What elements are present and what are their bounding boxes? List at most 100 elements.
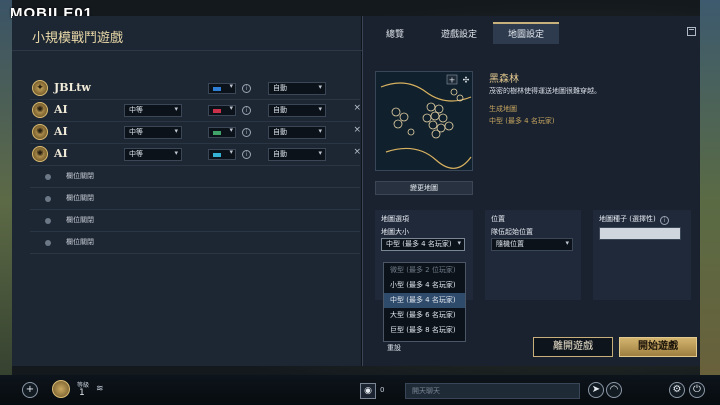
slot-status-icon	[45, 240, 51, 246]
closed-slot-label: 欄位關閉	[66, 238, 94, 246]
player-color-select[interactable]: ▾	[208, 148, 236, 160]
color-swatch	[213, 109, 221, 113]
start-position-select[interactable]: 隨機位置 ▾	[491, 238, 573, 251]
info-icon[interactable]: i	[242, 106, 251, 115]
map-size-option[interactable]: 巨型 (最多 8 名玩家)	[384, 323, 465, 338]
info-icon[interactable]: i	[242, 84, 251, 93]
bottom-bar: + 等級 1 ≋ ◉ 0 開天聊天 ➤ ◠ ⚙ ⏻	[0, 375, 720, 405]
closed-slot[interactable]: 欄位關閉	[30, 210, 360, 232]
chevron-down-icon: ▾	[174, 149, 178, 157]
title-divider	[12, 50, 362, 51]
start-position-label: 隊伍起始位置	[491, 228, 533, 236]
map-size-option[interactable]: 中型 (最多 4 名玩家)	[384, 293, 465, 308]
map-options-title: 地圖選項	[381, 215, 409, 223]
map-size-option: 微型 (最多 2 位玩家)	[390, 266, 456, 274]
remove-player-icon[interactable]: ×	[353, 125, 361, 135]
map-seed-block: 地圖種子 (選擇性) i	[593, 210, 691, 300]
map-description: 茂密的樹林使得運送地圖很難穿越。	[489, 87, 601, 95]
start-game-button[interactable]: 開始遊戲	[619, 337, 697, 357]
profile-emblem-icon[interactable]	[52, 380, 70, 398]
map-name: 黑森林	[489, 74, 519, 85]
chevron-down-icon: ▾	[565, 239, 569, 247]
svg-text:✣: ✣	[463, 76, 470, 85]
chat-input[interactable]: 開天聊天	[405, 383, 580, 399]
emote-icon[interactable]: ◠	[606, 382, 622, 398]
chat-toggle-icon[interactable]: ◉	[360, 383, 376, 399]
lobby-panel: 小規模戰鬥遊戲 ✦ JBLtw ▾ i 自動 ▾ ✺ AI 中等 ▾ ▾ i 自…	[12, 16, 362, 366]
chevron-down-icon: ▾	[318, 127, 322, 135]
power-icon[interactable]: ⏻	[689, 382, 705, 398]
position-block: 位置 隊伍起始位置 隨機位置 ▾	[485, 210, 581, 300]
chevron-down-icon: ▾	[318, 149, 322, 157]
level-value: 1	[79, 388, 85, 398]
team-select[interactable]: 自動 ▾	[268, 82, 326, 95]
difficulty-select[interactable]: 中等 ▾	[124, 104, 182, 117]
slot-status-icon	[45, 218, 51, 224]
info-icon[interactable]: i	[242, 128, 251, 137]
player-color-select[interactable]: ▾	[208, 82, 236, 94]
reset-button[interactable]: 重設	[387, 343, 401, 353]
ai-emblem-icon: ✺	[32, 124, 48, 140]
position-title: 位置	[491, 215, 505, 223]
player-name: JBLtw	[54, 81, 91, 94]
team-select[interactable]: 自動 ▾	[268, 104, 326, 117]
background-right	[700, 0, 720, 405]
info-icon[interactable]: i	[242, 150, 251, 159]
color-swatch	[213, 153, 221, 157]
ai-emblem-icon: ✺	[32, 102, 48, 118]
map-thumbnail: + ✣	[375, 71, 473, 171]
player-slot-ai: ✺ AI 中等 ▾ ▾ i 自動 ▾ ×	[30, 122, 361, 144]
player-name: AI	[54, 147, 68, 160]
player-slot-ai: ✺ AI 中等 ▾ ▾ i 自動 ▾ ×	[30, 100, 361, 122]
lobby-title: 小規模戰鬥遊戲	[32, 31, 124, 46]
chevron-down-icon: ▾	[229, 104, 233, 112]
remove-player-icon[interactable]: ×	[353, 103, 361, 113]
leave-game-button[interactable]: 離開遊戲	[533, 337, 613, 357]
tab-game-settings[interactable]: 遊戲設定	[429, 24, 489, 46]
closed-slot-label: 欄位關閉	[66, 172, 94, 180]
minimize-icon[interactable]	[687, 27, 696, 36]
team-select[interactable]: 自動 ▾	[268, 126, 326, 139]
change-map-button[interactable]: 變更地圖	[375, 181, 473, 195]
closed-slot[interactable]: 欄位關閉	[30, 166, 360, 188]
slot-status-icon	[45, 196, 51, 202]
map-size-option[interactable]: 小型 (最多 4 名玩家)	[384, 278, 465, 293]
map-size-label: 地圖大小	[381, 228, 409, 236]
map-seed-input[interactable]	[599, 227, 681, 240]
background-left	[0, 0, 12, 405]
send-icon[interactable]: ➤	[588, 382, 604, 398]
tab-overview[interactable]: 總覽	[373, 24, 417, 46]
player-name: AI	[54, 103, 68, 116]
settings-panel: 總覽 遊戲設定 地圖設定 + ✣ 變更地圖 黑森林 茂密的樹林使得運送地圖很難穿…	[362, 16, 700, 366]
player-color-select[interactable]: ▾	[208, 126, 236, 138]
chevron-down-icon: ▾	[457, 239, 461, 247]
settings-gear-icon[interactable]: ⚙	[669, 382, 685, 398]
map-seed-title: 地圖種子 (選擇性) i	[599, 214, 669, 225]
map-size-option[interactable]: 大型 (最多 6 名玩家)	[384, 308, 465, 323]
map-size-dropdown: 微型 (最多 2 位玩家) 小型 (最多 4 名玩家) 中型 (最多 4 名玩家…	[383, 262, 466, 342]
settings-tabs: 總覽 遊戲設定 地圖設定	[363, 16, 701, 46]
difficulty-select[interactable]: 中等 ▾	[124, 148, 182, 161]
info-icon[interactable]: i	[659, 216, 669, 225]
chat-count: 0	[380, 386, 385, 394]
difficulty-select[interactable]: 中等 ▾	[124, 126, 182, 139]
slot-status-icon	[45, 174, 51, 180]
chevron-down-icon: ▾	[229, 82, 233, 90]
remove-player-icon[interactable]: ×	[353, 147, 361, 157]
generated-map-label: 生成地圖	[489, 105, 517, 113]
closed-slot-label: 欄位關閉	[66, 216, 94, 224]
closed-slot[interactable]: 欄位關閉	[30, 232, 360, 254]
map-size-select[interactable]: 中型 (最多 4 名玩家) ▾	[381, 238, 465, 251]
player-color-select[interactable]: ▾	[208, 104, 236, 116]
team-select[interactable]: 自動 ▾	[268, 148, 326, 161]
player-emblem-icon: ✦	[32, 80, 48, 96]
chevron-down-icon: ▾	[229, 126, 233, 134]
color-swatch	[213, 87, 221, 91]
tab-map-settings[interactable]: 地圖設定	[493, 22, 559, 44]
wifi-icon: ≋	[96, 384, 104, 394]
add-icon[interactable]: +	[22, 382, 38, 398]
player-name: AI	[54, 125, 68, 138]
color-swatch	[213, 131, 221, 135]
closed-slot[interactable]: 欄位關閉	[30, 188, 360, 210]
generated-map-value: 中型 (最多 4 名玩家)	[489, 117, 555, 125]
